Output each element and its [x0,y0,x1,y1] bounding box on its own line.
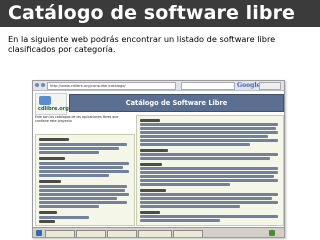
taskbar-button[interactable] [45,230,75,237]
category-links[interactable] [140,123,278,126]
category-heading[interactable] [140,149,168,152]
category-links[interactable] [140,127,276,130]
category-links[interactable] [140,175,274,178]
category-links[interactable] [140,197,272,200]
category-links[interactable] [140,201,278,204]
category-links[interactable] [140,205,240,208]
category-links[interactable] [140,135,268,138]
address-bar[interactable]: http://www.cdlibre.org/consultar/catalog… [47,82,176,90]
slide-intro-text: En la siguiente web podrás encontrar un … [8,34,276,54]
category-links[interactable] [140,157,270,160]
category-links[interactable] [140,193,278,196]
search-button[interactable] [259,82,281,90]
taskbar-button[interactable] [173,230,203,237]
category-links[interactable] [39,170,129,173]
category-links[interactable] [140,219,220,222]
category-heading[interactable] [140,119,160,122]
category-links[interactable] [140,153,278,156]
category-links[interactable] [39,197,117,200]
site-logo[interactable]: cdlibre.org [35,93,69,115]
category-links[interactable] [39,205,99,208]
category-links[interactable] [140,131,278,134]
back-button-icon[interactable] [35,83,39,87]
category-list-left [35,134,135,226]
category-links[interactable] [39,189,125,192]
category-links[interactable] [140,143,250,146]
site-logo-icon [39,96,51,105]
search-box[interactable] [181,82,235,90]
category-list-right [136,115,284,226]
category-links[interactable] [39,216,89,219]
category-links[interactable] [140,183,230,186]
category-links[interactable] [140,171,278,174]
category-links[interactable] [39,201,127,204]
category-links[interactable] [39,185,127,188]
category-heading[interactable] [39,157,65,160]
taskbar [33,227,284,237]
taskbar-button[interactable] [107,230,137,237]
category-links[interactable] [39,143,127,146]
category-heading[interactable] [39,220,55,223]
slide-title: Catálogo de software libre [8,2,296,24]
category-links[interactable] [39,162,129,165]
web-page: cdlibre.org Catálogo de Software Libre E… [33,91,284,227]
slide-title-banner: Catálogo de software libre [0,0,320,27]
taskbar-button[interactable] [138,230,172,237]
taskbar-button[interactable] [76,230,106,237]
start-icon[interactable] [36,230,42,236]
category-links[interactable] [39,166,123,169]
browser-toolbar: http://www.cdlibre.org/consultar/catalog… [33,81,284,91]
category-links[interactable] [140,215,278,218]
category-links[interactable] [140,179,278,182]
category-links[interactable] [39,151,99,154]
site-logo-text: cdlibre.org [38,106,69,112]
forward-button-icon[interactable] [41,83,45,87]
category-links[interactable] [140,139,278,142]
category-heading[interactable] [39,138,69,141]
category-heading[interactable] [39,211,57,214]
catalog-header: Catálogo de Software Libre [69,94,284,112]
website-screenshot: http://www.cdlibre.org/consultar/catalog… [32,80,285,238]
category-heading[interactable] [140,211,160,214]
category-links[interactable] [39,193,129,196]
category-links[interactable] [39,174,109,177]
search-logo: Google [237,82,261,89]
catalog-title: Catálogo de Software Libre [125,99,228,107]
catalog-description: Este son los catálogos de las aplicacion… [35,115,119,124]
category-heading[interactable] [39,180,61,183]
category-links[interactable] [39,147,119,150]
category-heading[interactable] [140,163,162,166]
category-links[interactable] [140,167,278,170]
category-heading[interactable] [140,189,166,192]
tray-icon[interactable] [269,230,275,236]
